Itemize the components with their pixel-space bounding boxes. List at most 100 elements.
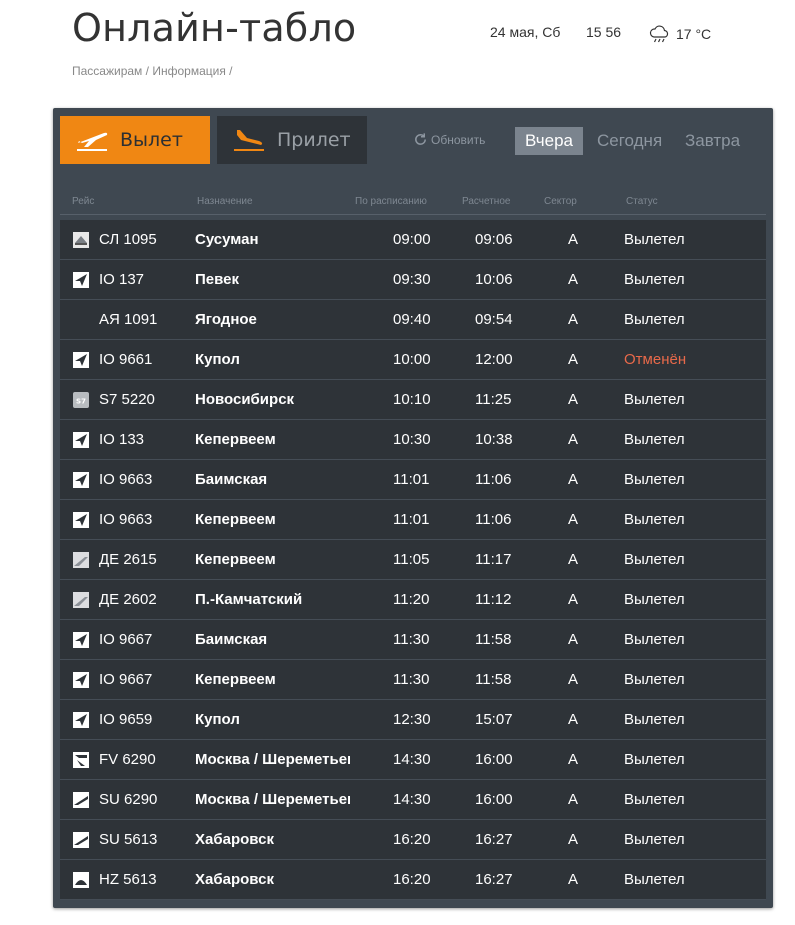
sector: A [568,351,579,368]
airline-logo-hz [73,872,89,888]
table-row[interactable]: IO 9659 Купол 12:30 15:07 A Вылетел [60,700,766,740]
airline-logo-de [73,552,89,568]
estimated-time: 16:27 [475,831,513,848]
airline-logo-s7: S7 [73,392,89,408]
cloud-rain-icon [649,25,669,43]
airline-logo-io [73,712,89,728]
table-row[interactable]: IO 133 Кепервеем 10:30 10:38 A Вылетел [60,420,766,460]
column-header-flight: Рейс [72,196,95,207]
status: Вылетел [624,831,685,848]
airline-logo-su [73,792,89,808]
flight-number: HZ 5613 [99,871,157,888]
breadcrumb-passengers[interactable]: Пассажирам [72,64,142,78]
flight-number: FV 6290 [99,751,156,768]
plane-takeoff-icon [77,132,108,151]
status: Вылетел [624,271,685,288]
sector: A [568,391,579,408]
flight-number: СЛ 1095 [99,231,157,248]
status: Вылетел [624,231,685,248]
destination: Кепервеем [195,671,276,688]
destination: Баимская [195,471,268,488]
flight-number: IO 9663 [99,511,153,528]
table-row[interactable]: IO 137 Певек 09:30 10:06 A Вылетел [60,260,766,300]
status: Вылетел [624,791,685,808]
day-today[interactable]: Сегодня [597,127,662,155]
estimated-time: 12:00 [475,351,513,368]
estimated-time: 15:07 [475,711,513,728]
table-row[interactable]: СЛ 1095 Сусуман 09:00 09:06 A Вылетел [60,220,766,260]
status: Вылетел [624,751,685,768]
destination: Баимская [195,631,268,648]
sector: A [568,871,579,888]
scheduled-time: 14:30 [393,791,431,808]
breadcrumb-separator: / [145,64,149,78]
flight-number: АЯ 1091 [99,311,158,328]
estimated-time: 10:06 [475,271,513,288]
estimated-time: 09:06 [475,231,513,248]
table-row[interactable]: ДЕ 2602 П.-Камчатский 11:20 11:12 A Вылетел [60,580,766,620]
day-yesterday[interactable]: Вчера [515,127,583,155]
scheduled-time: 09:00 [393,231,431,248]
flight-number: IO 9663 [99,471,153,488]
flight-number: S7 5220 [99,391,155,408]
destination: Купол [195,711,240,728]
sector: A [568,751,579,768]
estimated-time: 11:17 [475,551,512,568]
airline-logo-de [73,592,89,608]
breadcrumb: Пассажирам / Информация / [72,64,233,78]
status: Вылетел [624,511,685,528]
refresh-button[interactable]: Обновить [413,132,485,147]
scheduled-time: 10:30 [393,431,431,448]
scheduled-time: 14:30 [393,751,431,768]
column-header-scheduled: По расписанию [355,196,427,207]
scheduled-time: 10:10 [393,391,431,408]
scheduled-time: 11:30 [393,671,430,688]
tab-arrival[interactable]: Прилет [217,116,367,164]
day-tomorrow[interactable]: Завтра [685,127,740,155]
airline-logo-io [73,432,89,448]
refresh-label: Обновить [431,132,486,147]
table-row[interactable]: IO 9661 Купол 10:00 12:00 A Отменён [60,340,766,380]
column-header-status: Статус [626,196,658,207]
status: Вылетел [624,391,685,408]
flight-number: IO 9659 [99,711,153,728]
table-row[interactable]: SU 5613 Хабаровск 16:20 16:27 A Вылетел [60,820,766,860]
destination: Ягодное [195,311,257,328]
status: Отменён [624,351,687,368]
estimated-time: 11:58 [475,631,512,648]
estimated-time: 11:25 [475,391,512,408]
sector: A [568,711,579,728]
table-row[interactable]: IO 9667 Баимская 11:30 11:58 A Вылетел [60,620,766,660]
destination: Кепервеем [195,551,276,568]
flight-number: ДЕ 2602 [99,591,157,608]
current-date: 24 мая, Сб [490,24,561,40]
table-row[interactable]: FV 6290 Москва / Шереметьево 14:30 16:00 A Вы… [60,740,766,780]
destination: Москва / Шереметьево [195,751,350,768]
airline-logo-none [73,312,89,328]
status: Вылетел [624,311,685,328]
airline-logo-io [73,512,89,528]
scheduled-time: 11:20 [393,591,430,608]
table-row[interactable]: IO 9663 Баимская 11:01 11:06 A Вылетел [60,460,766,500]
temperature: 17 °C [676,26,712,42]
destination: Купол [195,351,240,368]
table-row[interactable]: HZ 5613 Хабаровск 16:20 16:27 A Вылетел [60,860,766,900]
table-row[interactable]: S7 S7 5220 Новосибирск 10:10 11:25 A Вылетел [60,380,766,420]
tab-departure[interactable]: Вылет [60,116,210,164]
airline-logo-io [73,472,89,488]
table-row[interactable]: ДЕ 2615 Кепервеем 11:05 11:17 A Вылетел [60,540,766,580]
scheduled-time: 11:30 [393,631,430,648]
flight-number: IO 133 [99,431,145,448]
scheduled-time: 11:01 [393,511,430,528]
flight-list: СЛ 1095 Сусуман 09:00 09:06 A Вылетел IO 137 Пе… [60,220,766,900]
status: Вылетел [624,551,685,568]
airline-logo-su [73,832,89,848]
status: Вылетел [624,631,685,648]
breadcrumb-information[interactable]: Информация [152,64,225,78]
table-row[interactable]: АЯ 1091 Ягодное 09:40 09:54 A Вылетел [60,300,766,340]
destination: Новосибирск [195,391,295,408]
estimated-time: 11:06 [475,471,512,488]
table-row[interactable]: SU 6290 Москва / Шереметьево 14:30 16:00 A Вы… [60,780,766,820]
table-row[interactable]: IO 9663 Кепервеем 11:01 11:06 A Вылетел [60,500,766,540]
table-row[interactable]: IO 9667 Кепервеем 11:30 11:58 A Вылетел [60,660,766,700]
